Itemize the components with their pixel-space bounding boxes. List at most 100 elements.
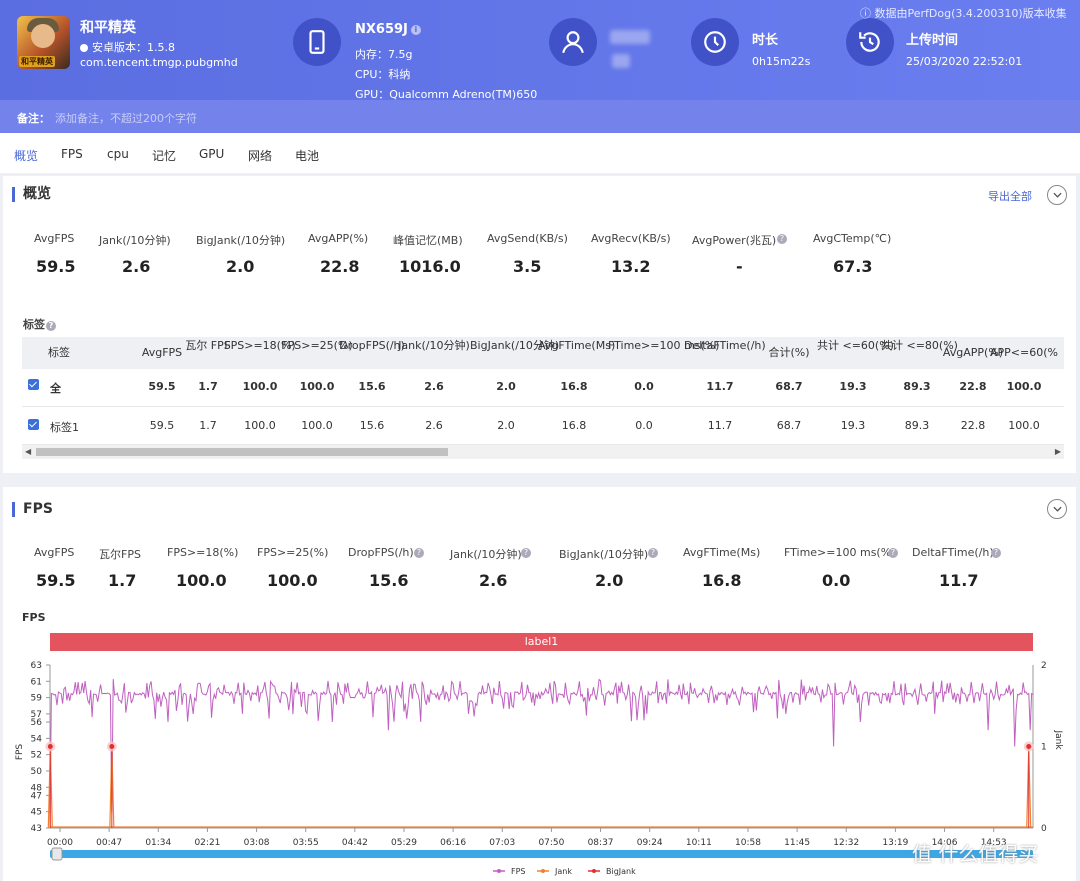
stat-value: 13.2 (611, 257, 651, 276)
info-circle-icon: ⓘ (860, 7, 871, 20)
tab-gpu[interactable]: GPU (199, 147, 224, 161)
table-header-cell[interactable]: BigJank(/10分钟) (470, 339, 559, 353)
app-name: 和平精英 (80, 20, 136, 36)
help-icon[interactable]: ? (414, 548, 424, 558)
fps-stat-value: 15.6 (369, 571, 409, 590)
stat-label: AvgCTemp(℃) (813, 232, 892, 245)
fps-stat-value: 100.0 (267, 571, 318, 590)
help-icon[interactable]: ? (888, 548, 898, 558)
help-icon[interactable]: ? (648, 548, 658, 558)
help-icon[interactable]: ? (521, 548, 531, 558)
x-tick-label: 06:16 (440, 838, 466, 848)
bigjank-marker (47, 744, 53, 749)
phone-icon (293, 18, 341, 66)
table-cell: 2.0 (497, 419, 515, 432)
history-icon (846, 18, 894, 66)
table-header-cell[interactable]: 标签 (48, 346, 88, 360)
x-tick-label: 13:19 (882, 838, 908, 848)
stat-value: 59.5 (36, 257, 76, 276)
stat-value: 1016.0 (399, 257, 461, 276)
legend-label: BigJank (606, 867, 636, 876)
table-header-cell[interactable]: 共计 <=60(%) (817, 339, 894, 353)
stat-value: 2.6 (122, 257, 151, 276)
timeline-slider-handle[interactable] (51, 847, 63, 861)
x-tick-label: 07:50 (538, 838, 564, 848)
stat-value: 22.8 (320, 257, 360, 276)
collapse-overview-button[interactable] (1047, 185, 1067, 205)
x-tick-label: 09:24 (637, 838, 663, 848)
table-header-cell[interactable]: FTime>=100 ms(%) (608, 339, 719, 353)
row-checkbox[interactable] (28, 419, 39, 430)
tab-bar: 概览 FPS cpu 记忆 GPU 网络 电池 (0, 133, 1080, 173)
tab-overview[interactable]: 概览 (14, 147, 38, 164)
fps-stat-label: BigJank(/10分钟) (559, 548, 649, 561)
clock-icon (691, 18, 739, 66)
legend-marker (592, 869, 596, 873)
x-tick-label: 00:47 (96, 838, 122, 848)
tab-cpu[interactable]: cpu (107, 147, 129, 161)
app-package: com.tencent.tmgp.pubgmhd (80, 56, 238, 69)
y-tick-label: 56 (31, 718, 43, 728)
x-tick-label: 01:34 (145, 838, 171, 848)
table-row[interactable]: 标签1 59.5 1.7 100.0 100.0 15.6 2.6 2.0 16.8 0.0 11.… (22, 407, 1064, 445)
tags-label: 标签? (23, 316, 56, 332)
device-memory: 内存：7.5g (355, 48, 413, 61)
collapse-fps-button[interactable] (1047, 499, 1067, 519)
chevron-down-icon (1052, 506, 1062, 512)
x-tick-label: 04:42 (342, 838, 368, 848)
table-scrollbar[interactable]: ◀ ▶ (22, 445, 1064, 459)
y-tick-label: 52 (31, 751, 42, 761)
x-tick-label: 08:37 (588, 838, 614, 848)
scroll-left-icon[interactable]: ◀ (25, 447, 31, 456)
table-cell: 16.8 (561, 419, 587, 432)
table-row[interactable]: 全 59.5 1.7 100.0 100.0 15.6 2.6 2.0 16.8 0.0 11.7 6… (22, 369, 1064, 407)
overview-title: 概览 (12, 187, 51, 202)
watermark: 值 什么值得买 (912, 842, 1039, 866)
table-cell: 0.0 (635, 419, 653, 432)
table-cell: 16.8 (560, 380, 588, 393)
remark-input[interactable]: 添加备注，不超过200个字符 (55, 110, 197, 126)
scrollbar-thumb[interactable] (36, 448, 448, 456)
help-icon[interactable]: ? (46, 321, 56, 331)
row-checkbox[interactable] (28, 379, 39, 390)
y-tick-label: 63 (31, 661, 42, 671)
fps-stat-label: Jank(/10分钟) (450, 548, 522, 561)
fps-stat-value: 1.7 (108, 571, 137, 590)
table-cell: 0.0 (634, 380, 654, 393)
fps-stat-label: FPS>=18(%) (167, 546, 239, 559)
chart-title: FPS (22, 611, 46, 624)
scroll-right-icon[interactable]: ▶ (1055, 447, 1061, 456)
app-version: 安卓版本：1.5.8 (80, 39, 175, 55)
table-header-cell[interactable]: Jank(/10分钟) (398, 339, 470, 353)
y-tick-label: 61 (31, 677, 42, 687)
legend-marker (541, 869, 545, 873)
table-header-cell[interactable]: AvgFTime(Ms) (538, 339, 615, 353)
help-icon[interactable]: ? (777, 234, 787, 244)
chevron-down-icon (1052, 192, 1062, 198)
label-bar[interactable]: label1 (50, 633, 1033, 651)
table-cell: 全 (50, 382, 61, 395)
table-cell: 标签1 (50, 421, 79, 434)
legend-label: FPS (511, 867, 526, 876)
tab-network[interactable]: 网络 (248, 147, 272, 164)
legend-label: Jank (554, 867, 572, 876)
tab-battery[interactable]: 电池 (295, 147, 319, 164)
report-header: 和平精英 和平精英 安卓版本：1.5.8 com.tencent.tmgp.pu… (0, 0, 1080, 101)
table-header-cell[interactable]: APP<=60(% (988, 346, 1060, 360)
fps-stat-label: FPS>=25(%) (257, 546, 329, 559)
tab-memory[interactable]: 记忆 (152, 147, 176, 164)
stat-label: Jank(/10分钟) (99, 234, 171, 247)
x-tick-label: 10:11 (686, 838, 712, 848)
stat-label: AvgPower(兆瓦) (692, 234, 777, 247)
info-icon[interactable]: i (410, 25, 421, 35)
fps-stat-value: 11.7 (939, 571, 979, 590)
fps-stat-value: 16.8 (702, 571, 742, 590)
help-icon[interactable]: ? (991, 548, 1001, 558)
source-note: ⓘ 数据由PerfDog(3.4.200310)版本收集 (860, 7, 1067, 20)
table-cell: 2.6 (424, 380, 444, 393)
tab-fps[interactable]: FPS (61, 147, 83, 161)
table-header-cell[interactable]: DeltaFTime(/h) (684, 339, 766, 353)
table-header-cell[interactable]: 合计(%) (753, 346, 825, 360)
y-tick-label: 50 (31, 767, 43, 777)
export-all-link[interactable]: 导出全部 (988, 188, 1032, 204)
